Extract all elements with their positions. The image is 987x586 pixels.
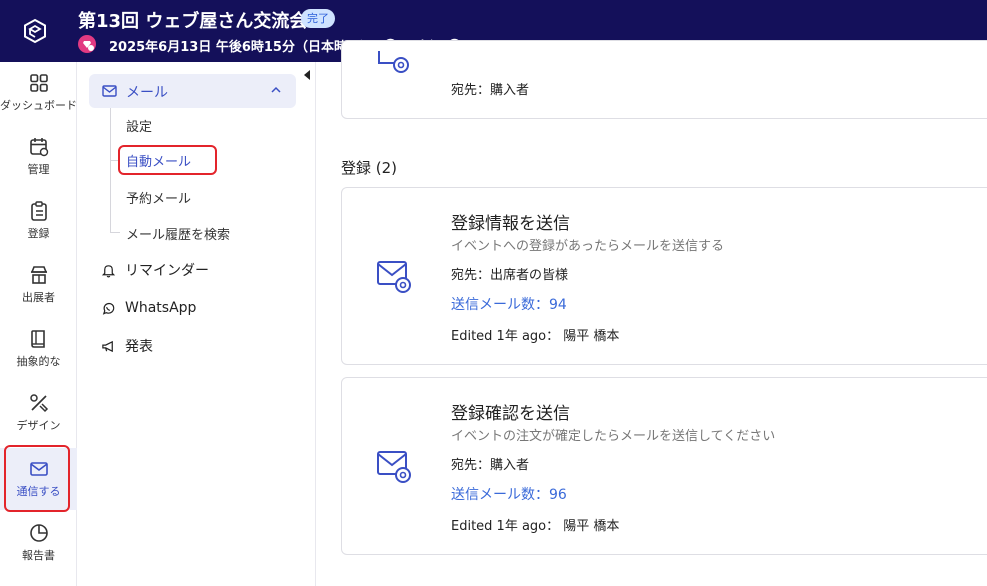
design-tools-icon — [29, 394, 48, 413]
rail-item-abstracts[interactable]: 抽象的な — [0, 328, 77, 386]
email-card[interactable]: 登録情報を送信 イベントへの登録があったらメールを送信する 宛先：出席者の皆様 … — [341, 187, 987, 365]
tree-tick — [110, 232, 120, 233]
rail-item-registration[interactable]: 登録 — [0, 200, 77, 258]
rail-item-exhibitors[interactable]: 出展者 — [0, 264, 77, 322]
nav-item-label: リマインダー — [125, 263, 209, 279]
clipboard-icon — [30, 201, 47, 221]
event-badge-icon — [78, 35, 96, 53]
sub-item-scheduled-mail[interactable]: 予約メール — [126, 188, 191, 207]
sub-item-mail-history[interactable]: メール履歴を検索 — [126, 224, 230, 243]
email-settings-icon — [378, 51, 409, 73]
booth-icon — [30, 266, 47, 284]
sent-count-link[interactable]: 送信メール数：94 — [451, 294, 567, 314]
nav-group-mail[interactable]: メール — [89, 74, 296, 108]
rail-label: 報告書 — [22, 549, 55, 562]
app-logo-icon[interactable] — [22, 18, 48, 44]
envelope-icon — [102, 85, 117, 97]
rail-label: 登録 — [27, 227, 50, 240]
section-title: 登録 (2) — [341, 159, 398, 177]
nav-item-whatsapp[interactable]: WhatsApp — [101, 297, 196, 319]
collapse-sidebar-icon[interactable] — [304, 70, 310, 80]
megaphone-icon — [102, 340, 113, 352]
card-recipient: 宛先：出席者の皆様 — [451, 268, 569, 283]
rail-item-design[interactable]: デザイン — [0, 392, 77, 450]
event-title: 第13回 ウェブ屋さん交流会 — [78, 11, 308, 32]
whatsapp-icon — [102, 302, 115, 315]
card-recipient: 宛先：購入者 — [451, 458, 530, 473]
card-edited: Edited 1年 ago： 陽平 橋本 — [451, 329, 620, 344]
nav-group-label: メール — [126, 85, 168, 101]
rail-item-reports[interactable]: 報告書 — [0, 522, 77, 580]
sub-item-settings[interactable]: 設定 — [126, 116, 152, 135]
nav-item-label: 発表 — [125, 339, 153, 355]
tree-line — [110, 108, 111, 232]
event-date: 2025年6月13日 午後6時15分（日本時間） — [109, 40, 373, 55]
rail-label: デザイン — [16, 419, 61, 432]
sent-count-link[interactable]: 送信メール数：96 — [451, 484, 567, 504]
highlight-frame — [4, 445, 70, 512]
email-card[interactable]: 宛先：購入者 — [341, 40, 987, 119]
chevron-up-icon — [271, 86, 281, 93]
card-description: イベントの注文が確定したらメールを送信してください — [451, 429, 776, 444]
pie-chart-icon — [29, 524, 48, 542]
sub-navigation — [77, 62, 316, 586]
rail-label: 抽象的な — [16, 355, 61, 368]
calendar-gear-icon — [29, 138, 48, 157]
book-icon — [30, 330, 45, 348]
email-settings-icon — [377, 261, 411, 293]
rail-label: ダッシュボード — [0, 99, 77, 112]
rail-item-manage[interactable]: 管理 — [0, 136, 77, 194]
nav-item-label: WhatsApp — [125, 300, 197, 316]
status-badge: 完了 — [301, 9, 335, 28]
card-description: イベントへの登録があったらメールを送信する — [451, 239, 725, 254]
highlight-frame — [118, 145, 217, 175]
card-recipient: 宛先：購入者 — [451, 83, 530, 98]
email-settings-icon — [377, 451, 411, 483]
rail-label: 管理 — [27, 163, 50, 176]
email-card[interactable]: 登録確認を送信 イベントの注文が確定したらメールを送信してください 宛先：購入者… — [341, 377, 987, 555]
grid-icon — [29, 74, 48, 92]
bell-icon — [101, 264, 116, 277]
card-title: 登録情報を送信 — [451, 214, 570, 234]
nav-item-reminder[interactable]: リマインダー — [101, 259, 209, 281]
nav-item-announcement[interactable]: 発表 — [101, 335, 153, 357]
rail-item-dashboard[interactable]: ダッシュボード — [0, 72, 77, 130]
card-edited: Edited 1年 ago： 陽平 橋本 — [451, 519, 620, 534]
rail-label: 出展者 — [22, 291, 55, 304]
card-title: 登録確認を送信 — [451, 404, 570, 424]
